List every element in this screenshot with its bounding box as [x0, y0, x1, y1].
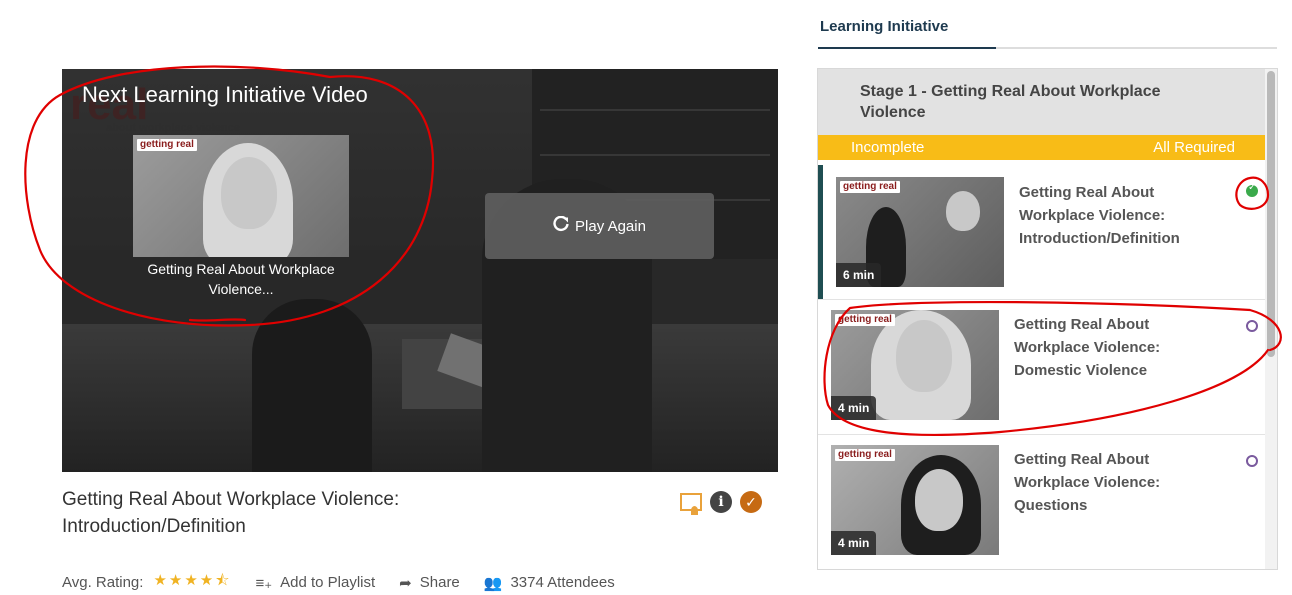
video-list-item[interactable]: getting real 4 min Getting Real About Wo…: [818, 300, 1265, 435]
attendees-count: 👥 3374 Attendees: [483, 574, 615, 592]
video-list-item[interactable]: getting real 4 min Getting Real About Wo…: [818, 435, 1265, 569]
learning-initiative-panel: Stage 1 - Getting Real About Workplace V…: [817, 68, 1278, 570]
duration-badge: 4 min: [831, 531, 877, 555]
video-item-title: Getting Real About Workplace Violence: D…: [1014, 316, 1161, 379]
scrollbar-thumb[interactable]: [1267, 71, 1275, 357]
star-rating[interactable]: ★★★★⯪: [153, 570, 231, 595]
share-button[interactable]: ➦ Share: [399, 574, 460, 592]
completed-check-icon: ✓: [740, 491, 762, 513]
stage-status: Incomplete: [851, 139, 925, 156]
duration-badge: 6 min: [836, 263, 882, 287]
next-video-title[interactable]: Getting Real About Workplace Violence...: [133, 259, 349, 299]
video-thumbnail: getting real 6 min: [836, 177, 1004, 287]
video-thumbnail: getting real 4 min: [831, 310, 999, 420]
video-list-item[interactable]: getting real 6 min Getting Real About Wo…: [818, 165, 1265, 300]
video-item-title: Getting Real About Workplace Violence: Q…: [1014, 451, 1161, 514]
rating-label: Avg. Rating:: [62, 574, 144, 591]
not-started-status-icon: [1246, 320, 1258, 332]
replay-icon: [553, 215, 569, 236]
video-actions: i ✓: [680, 491, 762, 515]
video-title: Getting Real About Workplace Violence: I…: [62, 489, 400, 537]
add-to-playlist-button[interactable]: ≡₊ Add to Playlist: [255, 574, 375, 592]
panel-scrollbar[interactable]: [1265, 69, 1277, 569]
stage-requirement: All Required: [1153, 139, 1235, 156]
users-icon: 👥: [483, 574, 503, 592]
next-video-thumbnail[interactable]: getting real: [133, 135, 349, 257]
video-item-title: Getting Real About Workplace Violence: I…: [1019, 184, 1180, 247]
video-thumbnail: getting real 4 min: [831, 445, 999, 555]
video-player[interactable]: real about workplace violence Next Learn…: [62, 69, 778, 472]
tab-learning-initiative[interactable]: Learning Initiative: [820, 18, 948, 35]
stage-header[interactable]: Stage 1 - Getting Real About Workplace V…: [818, 69, 1277, 135]
next-video-heading: Next Learning Initiative Video: [82, 82, 368, 107]
video-meta: Avg. Rating: ★★★★⯪ ≡₊ Add to Playlist ➦ …: [62, 570, 615, 595]
stage-title: Stage 1 - Getting Real About Workplace V…: [860, 83, 1161, 121]
duration-badge: 4 min: [831, 396, 877, 420]
complete-status-icon: [1246, 182, 1258, 197]
play-again-label: Play Again: [575, 217, 646, 235]
not-started-status-icon: [1246, 455, 1258, 467]
stage-status-bar: Incomplete All Required: [818, 135, 1265, 160]
playlist-add-icon: ≡₊: [255, 574, 273, 592]
certificate-icon[interactable]: [680, 493, 702, 515]
thumbnail-logo: getting real: [137, 139, 197, 151]
play-again-button[interactable]: Play Again: [485, 193, 714, 259]
info-icon[interactable]: i: [710, 491, 732, 513]
share-icon: ➦: [399, 574, 412, 592]
